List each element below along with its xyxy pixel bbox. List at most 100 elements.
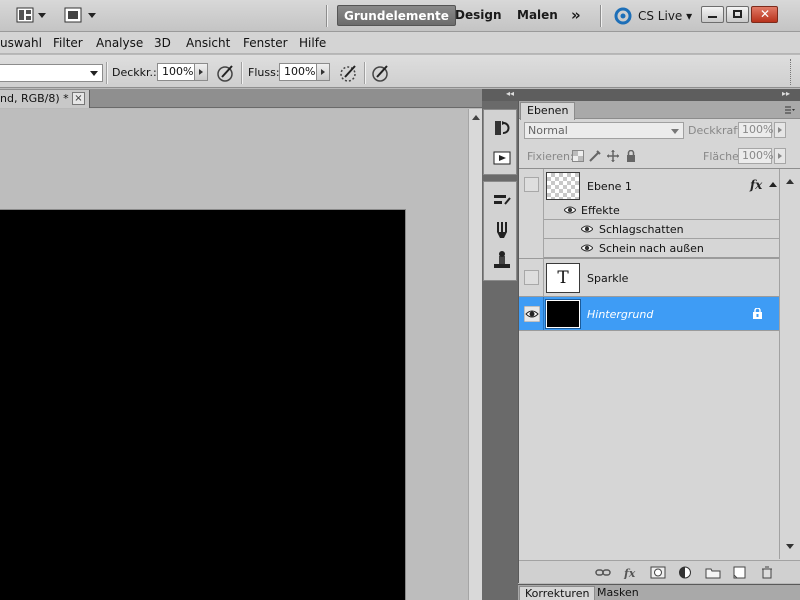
pressure-opacity-icon[interactable] — [216, 63, 236, 83]
layer-thumbnail-transparent[interactable] — [546, 172, 580, 200]
actions-icon[interactable] — [492, 148, 512, 168]
close-window-button[interactable]: ✕ — [751, 6, 778, 23]
workspace-overflow-button[interactable]: » — [565, 5, 587, 26]
layer-name[interactable]: Sparkle — [587, 272, 628, 285]
layer-thumbnail-black[interactable] — [545, 299, 581, 329]
effect-row-outer-glow[interactable]: Schein nach außen — [544, 239, 779, 258]
scroll-down-icon[interactable] — [786, 544, 794, 549]
new-layer-icon[interactable] — [731, 566, 747, 579]
flow-slider-button[interactable] — [316, 63, 330, 81]
pressure-size-icon[interactable] — [371, 63, 391, 83]
canvas-vertical-scrollbar[interactable] — [468, 109, 482, 600]
document-canvas[interactable] — [0, 209, 406, 600]
visibility-toggle-off[interactable] — [524, 177, 539, 192]
collapse-effects-icon[interactable] — [769, 182, 777, 187]
airbrush-icon[interactable] — [339, 63, 359, 83]
lock-position-icon[interactable] — [607, 150, 619, 162]
eye-icon[interactable] — [581, 224, 593, 234]
tool-preset-select[interactable] — [0, 64, 103, 82]
screen-mode-chevron-icon[interactable] — [88, 13, 96, 18]
layer-row-hintergrund[interactable]: Hintergrund — [519, 297, 779, 331]
layer-effects-fx-icon[interactable]: fx — [750, 178, 762, 192]
delete-layer-icon[interactable] — [759, 566, 775, 579]
menu-filter[interactable]: Filter — [53, 36, 83, 50]
row-divider — [543, 259, 544, 296]
menu-hilfe[interactable]: Hilfe — [299, 36, 326, 50]
effects-label: Effekte — [581, 204, 620, 217]
arrange-documents-icon[interactable] — [16, 7, 34, 23]
workspace-design-button[interactable]: Design — [449, 5, 508, 26]
menu-analyse[interactable]: Analyse — [96, 36, 143, 50]
appbar-separator — [600, 5, 602, 27]
scroll-up-icon[interactable] — [786, 179, 794, 184]
eye-icon[interactable] — [564, 205, 576, 215]
lock-transparent-pixels-icon[interactable] — [572, 150, 584, 162]
layer-list-scrollbar[interactable] — [779, 169, 800, 559]
fill-input[interactable]: 100% — [738, 148, 773, 164]
collapse-icons-icon[interactable]: ◂◂ — [506, 89, 514, 98]
add-layer-style-icon[interactable]: fx — [623, 566, 639, 579]
cs-live-icon[interactable] — [614, 7, 632, 25]
layer-opacity-slider-button[interactable] — [774, 122, 786, 138]
lock-image-pixels-icon[interactable] — [589, 150, 601, 162]
effect-name: Schlagschatten — [599, 223, 684, 236]
eye-icon[interactable] — [524, 306, 540, 322]
tab-korrekturen[interactable]: Korrekturen — [519, 586, 596, 600]
layers-panel-tabbar: Ebenen — [519, 101, 800, 120]
options-separator — [106, 62, 108, 84]
arrange-documents-chevron-icon[interactable] — [38, 13, 46, 18]
opacity-label: Deckkr.: — [112, 66, 157, 79]
cs-live-menu[interactable]: CS Live ▾ — [638, 8, 692, 24]
text-layer-thumbnail[interactable]: T — [546, 263, 580, 293]
brush-presets-icon[interactable] — [492, 190, 512, 210]
menu-fenster[interactable]: Fenster — [243, 36, 288, 50]
lock-all-icon[interactable] — [625, 150, 637, 162]
menu-auswahl[interactable]: uswahl — [0, 36, 42, 50]
menu-3d[interactable]: 3D — [154, 36, 171, 50]
options-bar: Deckkr.: 100% Fluss: 100% — [0, 55, 800, 88]
collapse-panels-icon[interactable]: ▸▸ — [782, 89, 790, 98]
link-layers-icon[interactable] — [595, 566, 611, 579]
layer-opacity-input[interactable]: 100% — [738, 122, 773, 138]
screen-mode-icon[interactable] — [64, 7, 82, 23]
row-divider — [543, 297, 544, 330]
fill-slider-button[interactable] — [774, 148, 786, 164]
panel-menu-icon[interactable] — [785, 106, 795, 114]
document-tab[interactable]: nd, RGB/8) * × — [0, 90, 90, 108]
layer-row-ebene-1[interactable]: Ebene 1 fx — [519, 169, 779, 203]
tab-masken[interactable]: Masken — [592, 586, 644, 600]
layer-row-sparkle[interactable]: T Sparkle — [519, 259, 779, 297]
workspace-malen-button[interactable]: Malen — [511, 5, 564, 26]
layer-name[interactable]: Hintergrund — [587, 308, 653, 321]
effects-group-row[interactable]: Effekte — [544, 201, 779, 220]
effect-row-drop-shadow[interactable]: Schlagschatten — [544, 220, 779, 239]
canvas-area[interactable] — [0, 109, 468, 600]
visibility-toggle-off[interactable] — [524, 270, 539, 285]
flow-input[interactable]: 100% — [279, 63, 317, 81]
scroll-up-icon[interactable] — [472, 115, 480, 120]
maximize-window-button[interactable] — [726, 6, 749, 23]
history-icon[interactable] — [492, 118, 512, 138]
appbar-separator — [326, 5, 328, 27]
opacity-slider-button[interactable] — [194, 63, 208, 81]
icon-group-history — [483, 109, 517, 175]
minimize-window-button[interactable] — [701, 6, 724, 23]
add-layer-mask-icon[interactable] — [650, 566, 666, 579]
new-group-icon[interactable] — [705, 566, 721, 579]
blend-mode-select[interactable]: Normal — [524, 122, 684, 139]
new-adjustment-layer-icon[interactable] — [677, 566, 693, 579]
eye-icon[interactable] — [581, 243, 593, 253]
clone-source-icon[interactable] — [492, 250, 512, 270]
flow-label: Fluss: — [248, 66, 280, 79]
brush-icon[interactable] — [492, 220, 512, 240]
tab-ebenen[interactable]: Ebenen — [520, 102, 576, 120]
opacity-input[interactable]: 100% — [157, 63, 195, 81]
adjustments-panel-tabbar: Korrekturen Masken — [518, 584, 800, 600]
application-bar: Grundelemente Design Malen » CS Live ▾ ✕ — [0, 0, 800, 32]
blend-mode-value: Normal — [528, 124, 568, 137]
workspace-grundelemente-button[interactable]: Grundelemente — [337, 5, 456, 26]
svg-text:fx: fx — [623, 567, 636, 579]
menu-ansicht[interactable]: Ansicht — [186, 36, 230, 50]
layer-name[interactable]: Ebene 1 — [587, 180, 632, 193]
close-document-button[interactable]: × — [72, 92, 85, 105]
